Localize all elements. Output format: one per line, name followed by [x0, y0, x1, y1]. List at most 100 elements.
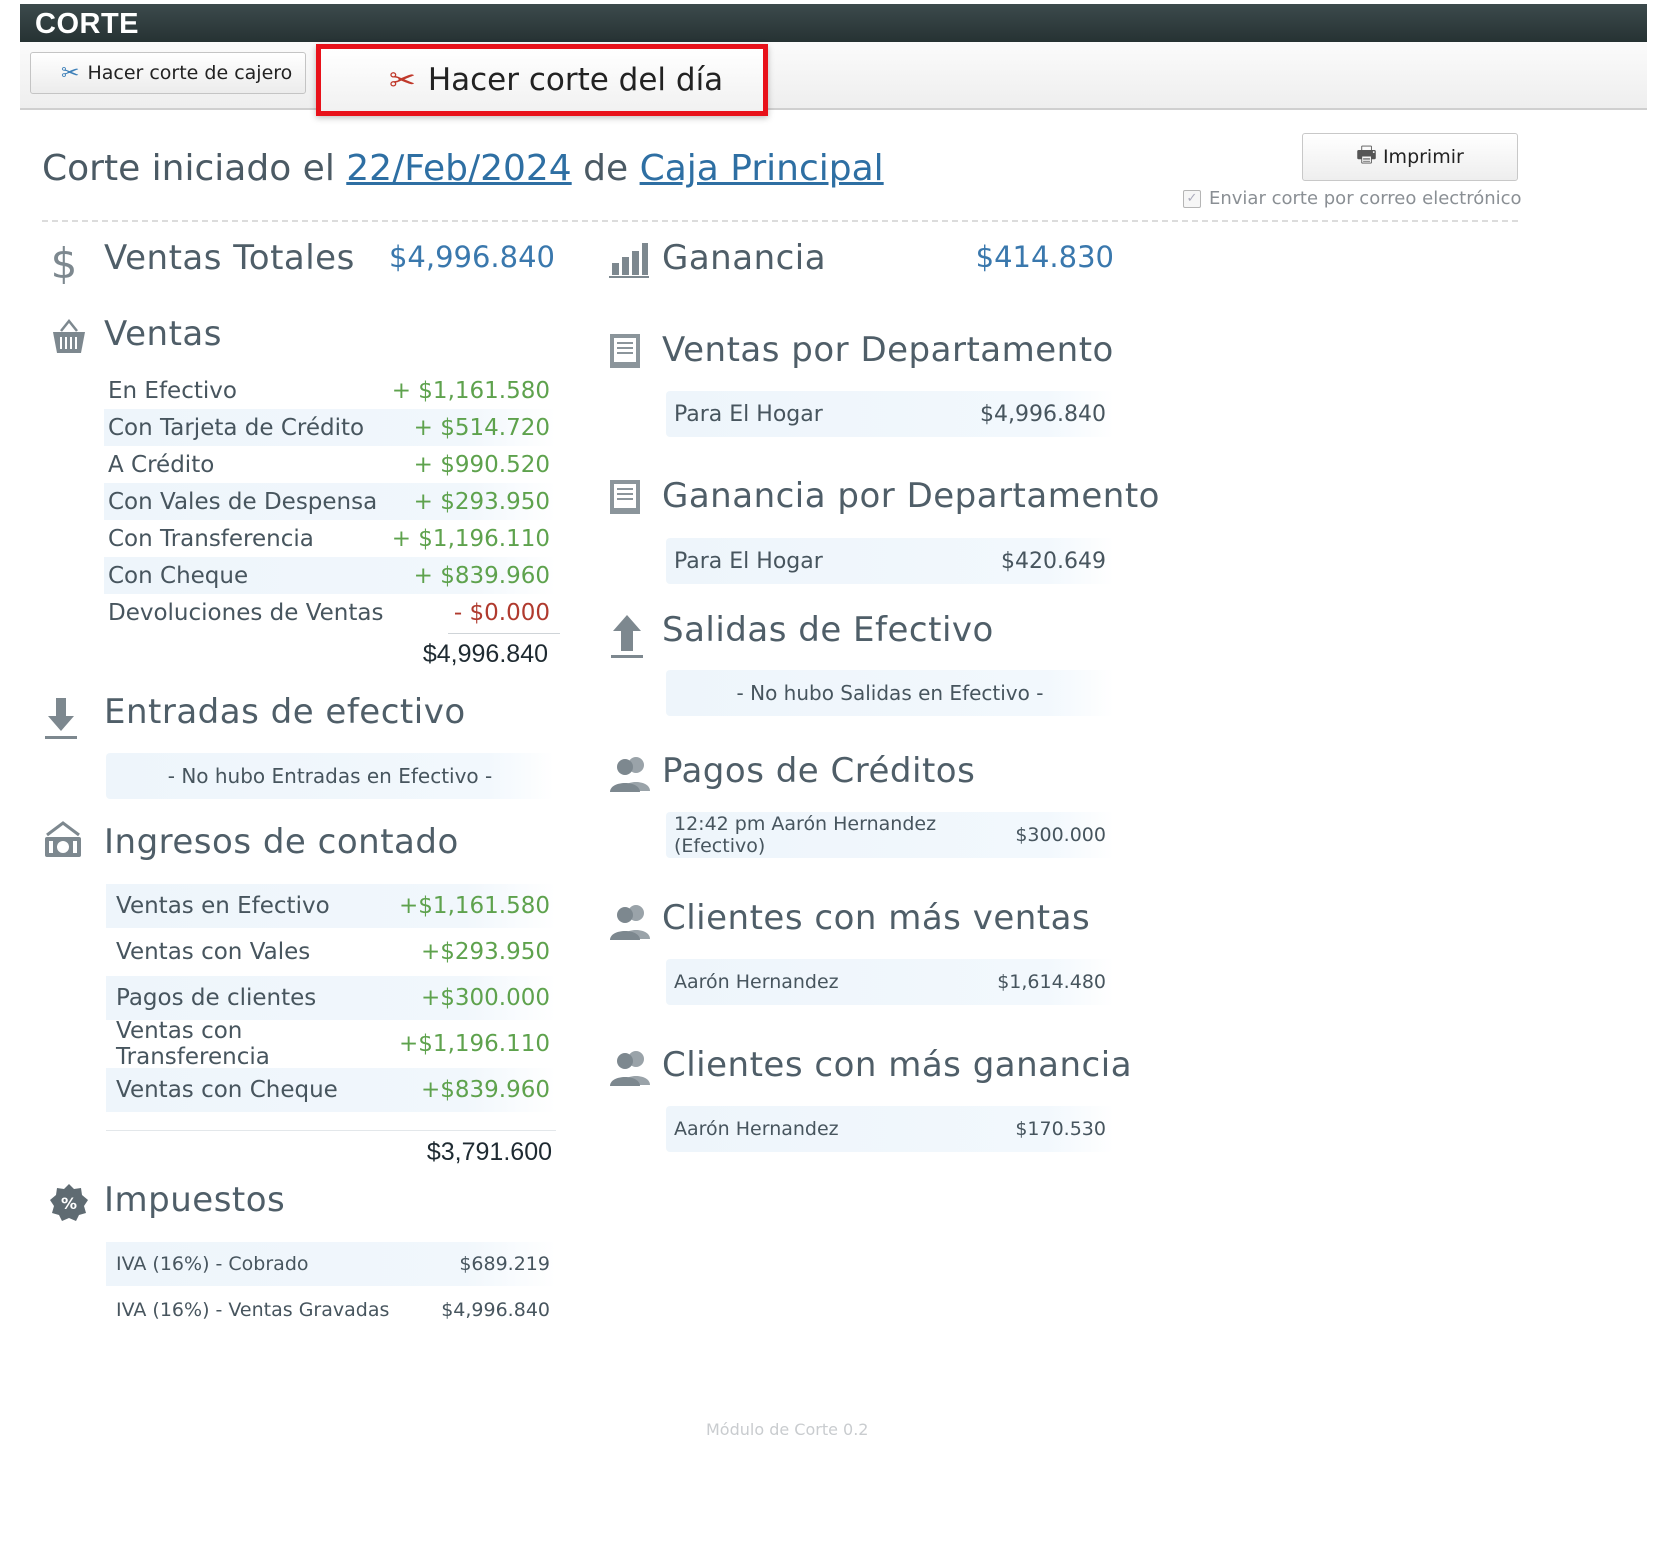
impuestos-row: IVA (16%) - Cobrado $689.219 [106, 1242, 556, 1286]
cajero-cut-button[interactable]: ✂ Hacer corte de cajero [30, 52, 306, 94]
page-title: Corte iniciado el 22/Feb/2024 de Caja Pr… [42, 148, 884, 189]
entradas-title: Entradas de efectivo [104, 692, 466, 732]
basket-icon [48, 316, 90, 358]
bar-chart-icon [608, 240, 650, 280]
row-value: $4,996.840 [980, 401, 1106, 427]
row-value: + $990.520 [413, 451, 550, 478]
cash-register-icon [40, 820, 86, 862]
ingresos-row: Ventas en Efectivo +$1,161.580 [106, 884, 556, 928]
row-label: Con Tarjeta de Crédito [108, 414, 365, 441]
row-label: 12:42 pm Aarón Hernandez (Efectivo) [674, 813, 937, 857]
ingresos-title: Ingresos de contado [104, 822, 459, 862]
clientes-ventas-title: Clientes con más ventas [662, 898, 1091, 938]
row-value: $300.000 [1015, 824, 1106, 846]
ventas-row: Con Vales de Despensa + $293.950 [104, 483, 556, 520]
dollar-icon: $ [50, 238, 78, 288]
row-value: + $1,196.110 [391, 525, 550, 552]
row-value: + $839.960 [413, 562, 550, 589]
row-label: IVA (16%) - Ventas Gravadas [116, 1299, 390, 1321]
row-label: IVA (16%) - Cobrado [116, 1253, 309, 1275]
impuestos-title: Impuestos [104, 1180, 286, 1220]
row-label: Ventas con Transferencia [116, 1018, 270, 1070]
entradas-empty: - No hubo Entradas en Efectivo - [106, 753, 554, 799]
row-value: $1,614.480 [997, 971, 1106, 993]
ventas-row: Devoluciones de Ventas - $0.000 [104, 594, 556, 631]
row-value: +$300.000 [420, 985, 550, 1011]
document-icon [608, 332, 642, 370]
pagos-creditos-title: Pagos de Créditos [662, 751, 976, 791]
print-button[interactable]: 🖶 Imprimir [1302, 133, 1518, 181]
row-label: Aarón Hernandez [674, 971, 839, 993]
row-value: + $293.950 [413, 488, 550, 515]
ventas-row: Con Transferencia + $1,196.110 [104, 520, 556, 557]
row-label: Devoluciones de Ventas [108, 599, 384, 626]
ventas-row: Con Cheque + $839.960 [104, 557, 556, 594]
row-label: Para El Hogar [674, 401, 823, 427]
row-label: Con Vales de Despensa [108, 488, 378, 515]
ventas-row: A Crédito + $990.520 [104, 446, 556, 483]
day-cut-button[interactable]: ✂ Hacer corte del día [316, 44, 768, 116]
title-prefix: Corte iniciado el [42, 148, 347, 189]
clientes-ventas-row: Aarón Hernandez $1,614.480 [666, 959, 1114, 1005]
scissors-icon: ✂ [61, 60, 80, 86]
row-label: Aarón Hernandez [674, 1118, 839, 1140]
row-label: Para El Hogar [674, 548, 823, 574]
ingresos-row: Ventas con Cheque +$839.960 [106, 1068, 556, 1112]
row-value: +$839.960 [420, 1077, 550, 1103]
row-label: Pagos de clientes [116, 985, 317, 1011]
scissors-icon: ✂ [389, 61, 416, 99]
row-value: + $514.720 [413, 414, 550, 441]
row-value: +$1,161.580 [399, 893, 550, 919]
row-label: Con Transferencia [108, 525, 314, 552]
row-value: $420.649 [1001, 548, 1106, 574]
row-value: + $1,161.580 [391, 377, 550, 404]
row-value: - $0.000 [453, 599, 550, 626]
ventas-row: Con Tarjeta de Crédito + $514.720 [104, 409, 556, 446]
ventas-depto-row: Para El Hogar $4,996.840 [666, 391, 1114, 437]
ventas-totales-title: Ventas Totales [104, 238, 355, 278]
printer-icon: 🖶 [1356, 143, 1377, 168]
impuestos-row: IVA (16%) - Ventas Gravadas $4,996.840 [106, 1288, 556, 1332]
arrow-up-icon [608, 612, 646, 662]
ganancia-depto-row: Para El Hogar $420.649 [666, 538, 1114, 584]
arrow-down-icon [42, 696, 80, 742]
divider [42, 220, 1518, 222]
row-label: En Efectivo [108, 377, 237, 404]
cajero-cut-label: Hacer corte de cajero [87, 62, 293, 84]
date-link[interactable]: 22/Feb/2024 [346, 148, 571, 189]
ventas-totales-value: $4,996.840 [388, 240, 555, 274]
version-footer: Módulo de Corte 0.2 [706, 1420, 869, 1439]
pagos-creditos-row: 12:42 pm Aarón Hernandez (Efectivo) $300.… [666, 812, 1114, 858]
day-cut-label: Hacer corte del día [427, 62, 724, 98]
row-value: $170.530 [1015, 1118, 1106, 1140]
title-middle: de [571, 148, 640, 189]
percent-badge-icon: % [48, 1182, 90, 1224]
row-label: Ventas con Cheque [116, 1077, 338, 1103]
total-separator [448, 633, 560, 634]
ventas-row: En Efectivo + $1,161.580 [104, 372, 556, 409]
row-value: +$1,196.110 [399, 1031, 550, 1057]
toolbar: ✂ Hacer corte de cajero ✂ Hacer corte de… [20, 42, 1647, 116]
ventas-depto-title: Ventas por Departamento [662, 330, 1114, 370]
svg-text:%: % [61, 1194, 77, 1213]
ingresos-total: $3,791.600 [426, 1138, 552, 1166]
email-checkbox[interactable]: ✓ [1183, 189, 1201, 208]
ventas-title: Ventas [104, 314, 222, 354]
window-title: CORTE [20, 4, 1647, 42]
caja-link[interactable]: Caja Principal [640, 148, 884, 189]
ganancia-title: Ganancia [662, 238, 827, 278]
row-label: Ventas con Vales [116, 939, 311, 965]
ingresos-row: Pagos de clientes +$300.000 [106, 976, 556, 1020]
salidas-empty: - No hubo Salidas en Efectivo - [666, 670, 1114, 716]
salidas-title: Salidas de Efectivo [662, 610, 994, 650]
row-label: Con Cheque [108, 562, 249, 589]
total-separator [106, 1130, 556, 1131]
row-label: A Crédito [108, 451, 215, 478]
clientes-ganancia-title: Clientes con más ganancia [662, 1045, 1133, 1085]
ingresos-row: Ventas con Transferencia +$1,196.110 [106, 1018, 556, 1070]
clientes-ganancia-row: Aarón Hernandez $170.530 [666, 1106, 1114, 1152]
email-option[interactable]: ✓ Enviar corte por correo electrónico [1183, 188, 1522, 209]
row-label: Ventas en Efectivo [116, 893, 330, 919]
users-icon [608, 752, 652, 794]
users-icon [608, 900, 652, 942]
